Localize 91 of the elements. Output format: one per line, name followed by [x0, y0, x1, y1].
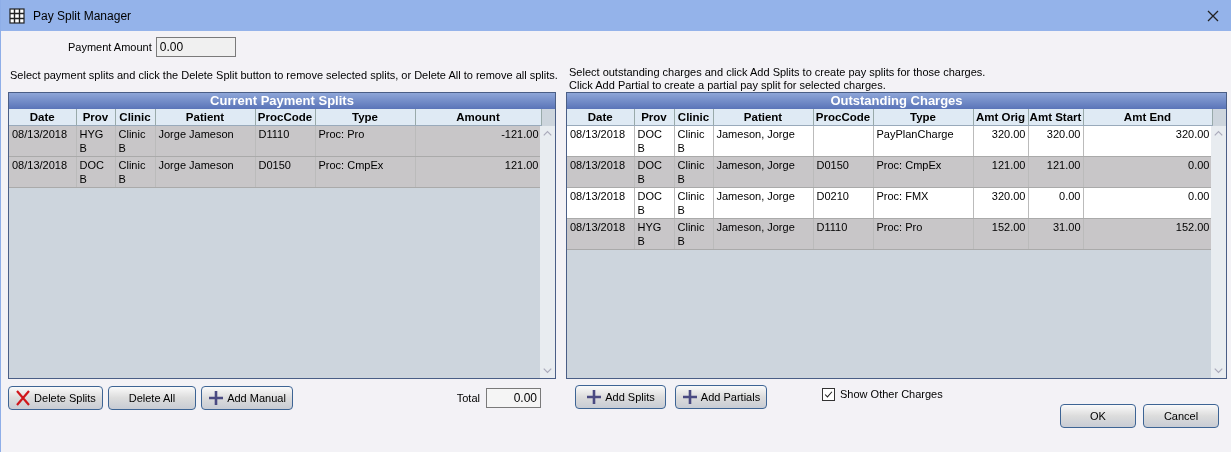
table-cell: D0150 — [813, 156, 873, 188]
table-cell: DOC B — [634, 187, 674, 219]
table-cell: 31.00 — [1028, 218, 1083, 250]
payment-amount-field[interactable]: 0.00 — [155, 37, 236, 57]
table-cell: 08/13/2018 — [567, 125, 634, 157]
show-other-charges-checkbox[interactable]: Show Other Charges — [822, 387, 943, 401]
scrollbar[interactable] — [1211, 126, 1226, 378]
table-cell: 121.00 — [973, 156, 1028, 188]
table-cell: 320.00 — [973, 125, 1028, 157]
column-header[interactable]: Amt End — [1083, 109, 1212, 126]
table-cell: 08/13/2018 — [567, 218, 634, 250]
plus-icon — [681, 389, 698, 405]
table-cell: PayPlanCharge — [873, 125, 973, 157]
total-field[interactable]: 0.00 — [486, 388, 541, 408]
table-cell: Proc: CmpEx — [873, 156, 973, 188]
table-cell: 08/13/2018 — [9, 125, 76, 157]
column-header[interactable]: Patient — [713, 109, 813, 126]
table-row[interactable]: 08/13/2018 DOC B Clinic B Jorge Jameson D0150 Proc: CmpEx 121.00 — [9, 156, 541, 188]
table-cell: Jameson, Jorge — [713, 125, 813, 157]
table-row[interactable]: 08/13/2018 DOC B Clinic B Jameson, Jorge D0150 Proc: CmpEx 121.00 121.00 0.00 — [567, 156, 1212, 188]
table-cell: Jorge Jameson — [155, 125, 255, 157]
table-cell: Clinic B — [115, 156, 155, 188]
dialog-button[interactable]: OK — [1060, 404, 1136, 428]
button[interactable]: Add Partials — [675, 385, 767, 409]
grid-title: Current Payment Splits — [9, 93, 555, 109]
table-cell: 08/13/2018 — [9, 156, 76, 188]
grid-icon — [9, 7, 25, 24]
button[interactable]: Add Manual — [201, 386, 293, 410]
column-header[interactable]: Amt Orig — [973, 109, 1028, 126]
table-cell: D0150 — [255, 156, 315, 188]
table-cell: 152.00 — [973, 218, 1028, 250]
scrollbar[interactable] — [540, 126, 555, 378]
column-header[interactable]: ProcCode — [813, 109, 873, 126]
table-cell: DOC B — [76, 156, 115, 188]
table-cell: Proc: FMX — [873, 187, 973, 219]
table-cell: Clinic B — [674, 187, 713, 219]
total-label: Total — [456, 392, 480, 404]
table-cell: HYG B — [76, 125, 115, 157]
table-cell: Clinic B — [674, 125, 713, 157]
table-cell: Proc: CmpEx — [315, 156, 415, 188]
column-header[interactable]: Amount — [415, 109, 541, 126]
plus-icon — [208, 390, 225, 406]
delete-icon — [15, 390, 32, 406]
table-cell: Proc: Pro — [315, 125, 415, 157]
column-header[interactable]: Amt Start — [1028, 109, 1083, 126]
instruction-text: Click Add Partial to create a partial pay split for selected charges. — [569, 79, 887, 92]
table-cell: Proc: Pro — [873, 218, 973, 250]
instruction-text: Select outstanding charges and click Add Splits to create pay splits for those charges. — [569, 66, 987, 79]
table-cell: Jorge Jameson — [155, 156, 255, 188]
table-cell: 121.00 — [1028, 156, 1083, 188]
check-icon — [823, 388, 834, 400]
field-label: Payment Amount — [68, 41, 152, 53]
table-cell: 320.00 — [973, 187, 1028, 219]
table-cell: HYG B — [634, 218, 674, 250]
table-cell: D1110 — [813, 218, 873, 250]
table-cell: 0.00 — [1028, 187, 1083, 219]
table-cell: 320.00 — [1028, 125, 1083, 157]
table-cell: DOC B — [634, 125, 674, 157]
plus-icon — [586, 389, 603, 405]
column-header[interactable]: Prov — [76, 109, 115, 126]
button[interactable]: Delete Splits — [8, 386, 103, 410]
column-header[interactable]: Type — [873, 109, 973, 126]
column-header[interactable]: Prov — [634, 109, 674, 126]
grid-title: Outstanding Charges — [567, 93, 1226, 109]
column-header[interactable]: Clinic — [115, 109, 155, 126]
column-header[interactable]: Patient — [155, 109, 255, 126]
table-cell: D1110 — [255, 125, 315, 157]
table-cell: Clinic B — [115, 125, 155, 157]
table-row[interactable]: 08/13/2018 HYG B Clinic B Jameson, Jorge D1110 Proc: Pro 152.00 31.00 152.00 — [567, 218, 1212, 250]
button[interactable]: Delete All — [108, 386, 196, 410]
column-header[interactable]: Date — [567, 109, 634, 126]
table-row[interactable]: 08/13/2018 HYG B Clinic B Jorge Jameson D1110 Proc: Pro -121.00 — [9, 125, 541, 157]
table-cell: Clinic B — [674, 156, 713, 188]
window-title: Pay Split Manager — [33, 8, 133, 23]
column-header[interactable]: Type — [315, 109, 415, 126]
button[interactable]: Add Splits — [575, 385, 666, 409]
table-cell: DOC B — [634, 156, 674, 188]
table-cell: 08/13/2018 — [567, 156, 634, 188]
instruction-text: Select payment splits and click the Delete Split button to remove selected splits, or Delete All to remove all splits. — [10, 69, 556, 82]
table-cell: Clinic B — [674, 218, 713, 250]
column-header[interactable]: Date — [9, 109, 76, 126]
column-header[interactable]: Clinic — [674, 109, 713, 126]
table-cell: Jameson, Jorge — [713, 218, 813, 250]
column-header[interactable]: ProcCode — [255, 109, 315, 126]
table-row[interactable]: 08/13/2018 DOC B Clinic B Jameson, Jorge D0210 Proc: FMX 320.00 0.00 0.00 — [567, 187, 1212, 219]
table-cell: D0210 — [813, 187, 873, 219]
table-cell: 08/13/2018 — [567, 187, 634, 219]
dialog-button[interactable]: Cancel — [1143, 404, 1219, 428]
table-cell: Jameson, Jorge — [713, 187, 813, 219]
table-cell: Jameson, Jorge — [713, 156, 813, 188]
table-row[interactable]: 08/13/2018 DOC B Clinic B Jameson, Jorge PayPlanCharge 320.00 320.00 320.00 — [567, 125, 1212, 157]
